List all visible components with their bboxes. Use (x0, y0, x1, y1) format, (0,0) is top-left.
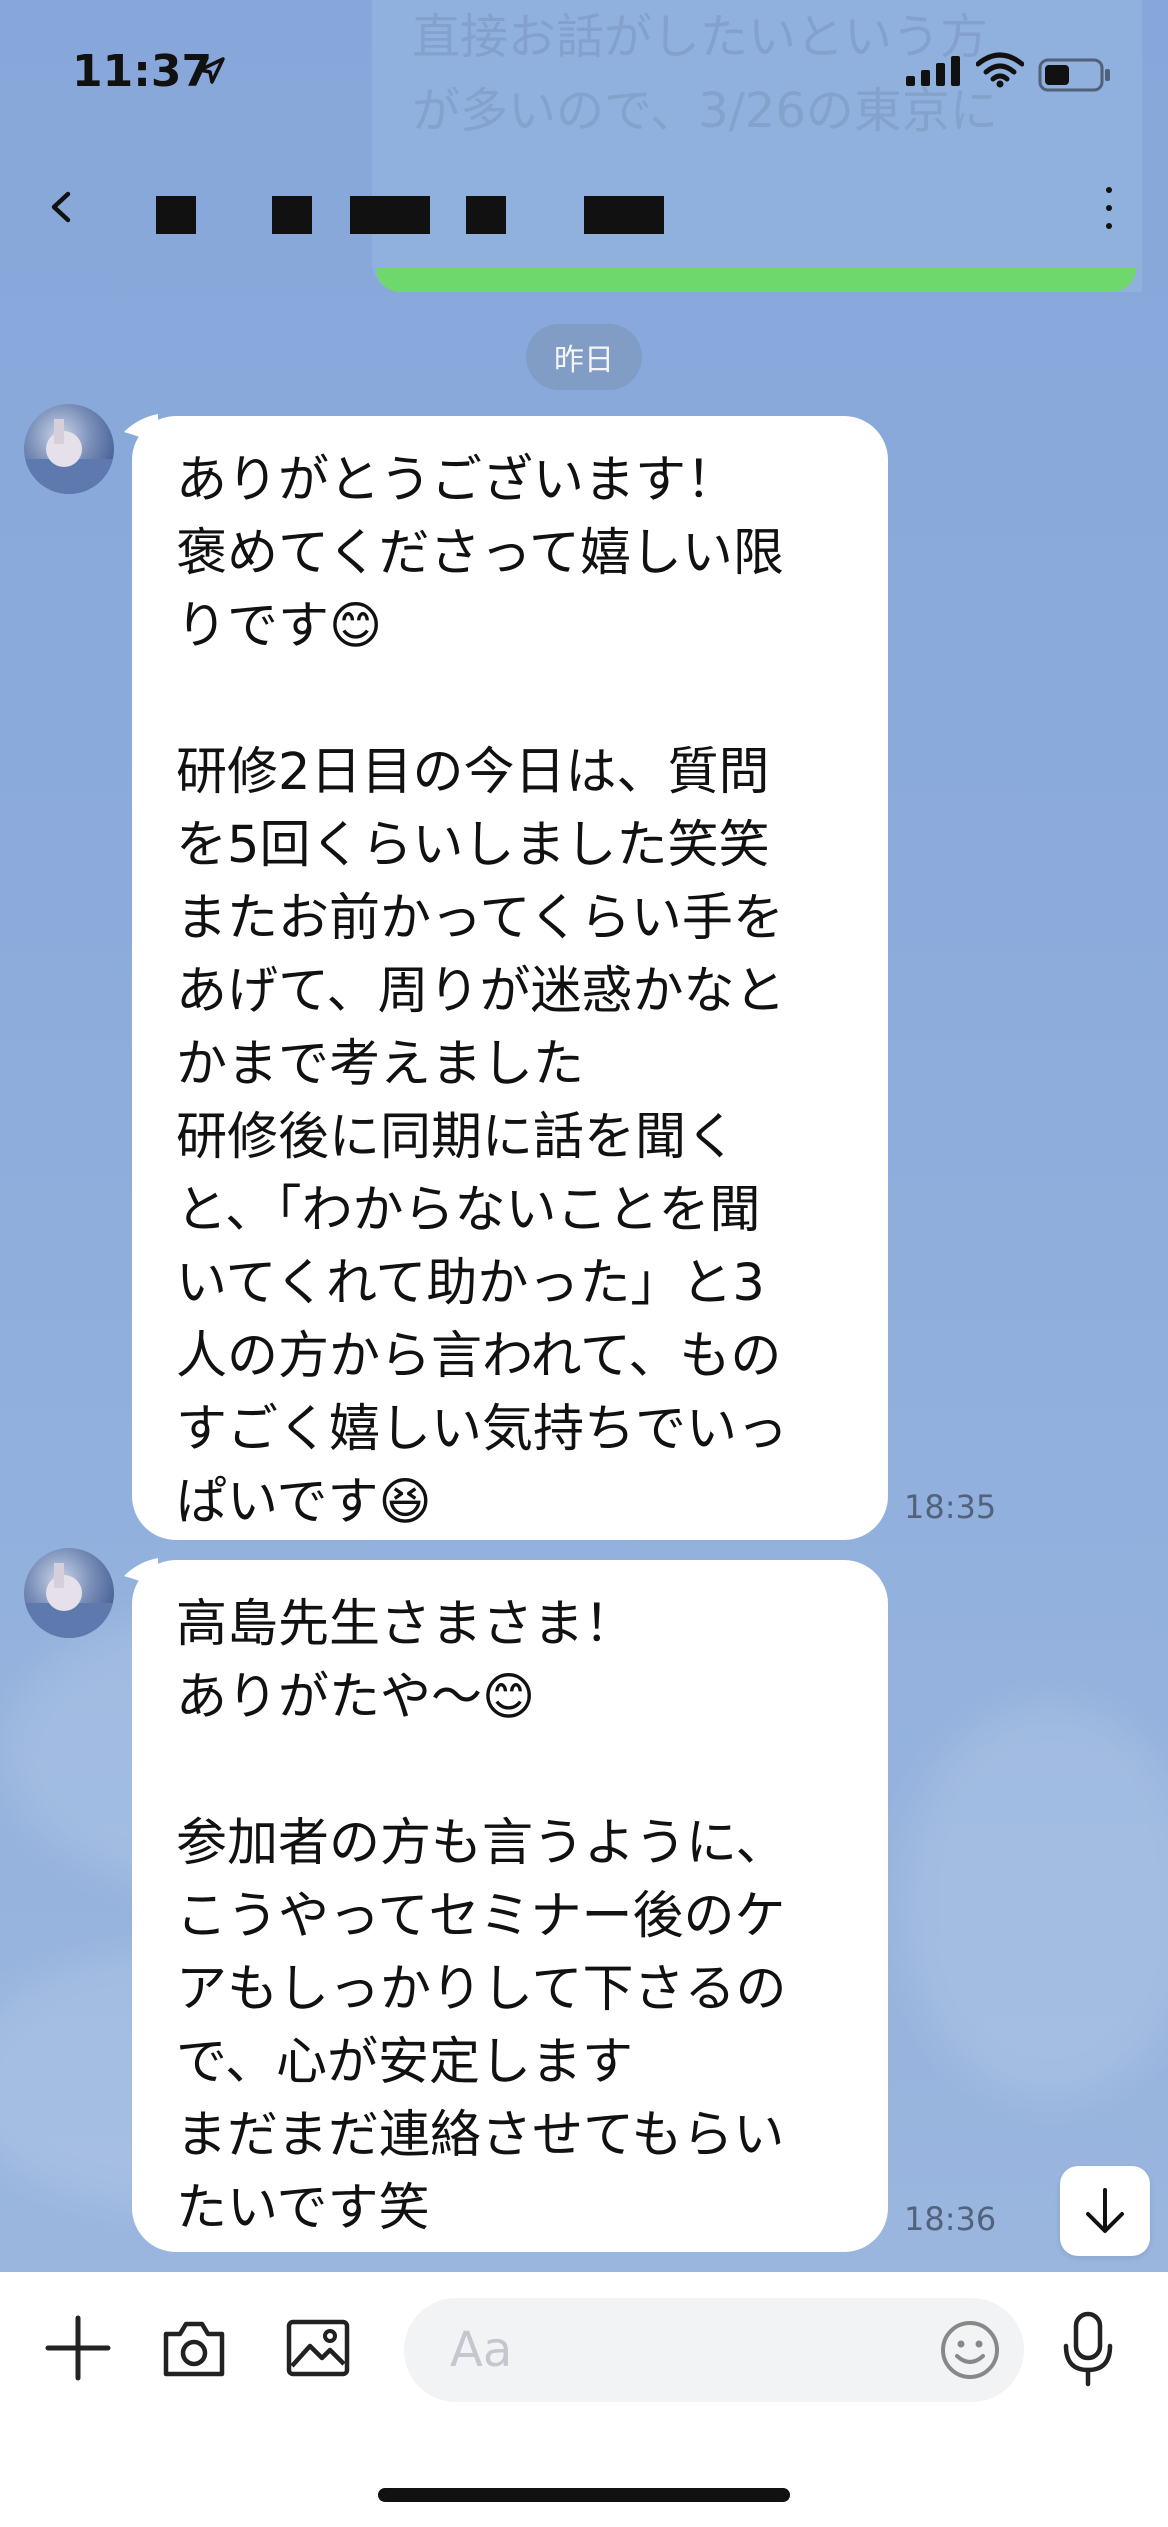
image-gallery-icon[interactable] (284, 2314, 352, 2382)
avatar-image (24, 419, 114, 494)
avatar-image (24, 1563, 114, 1638)
location-arrow-icon (198, 57, 225, 84)
emoji-icon[interactable] (938, 2318, 1002, 2382)
camera-icon[interactable] (160, 2314, 228, 2382)
status-time: 11:37 (72, 46, 213, 97)
arrow-down-icon (1086, 2188, 1124, 2233)
back-chevron-icon[interactable] (38, 182, 88, 232)
home-indicator (378, 2488, 790, 2502)
plus-icon[interactable] (44, 2314, 112, 2382)
date-separator: 昨日 (526, 324, 642, 390)
sender-avatar[interactable] (24, 404, 114, 494)
sender-avatar[interactable] (24, 1548, 114, 1638)
wifi-icon (976, 52, 1024, 88)
signal-icon (906, 56, 960, 86)
scroll-to-bottom-button[interactable] (1060, 2166, 1150, 2256)
microphone-icon[interactable] (1060, 2310, 1116, 2390)
banner-accent (376, 268, 1136, 292)
redaction-block (584, 196, 664, 234)
message-input[interactable]: Aa (404, 2298, 1024, 2402)
more-vertical-icon[interactable] (1094, 180, 1124, 236)
message-timestamp: 18:35 (904, 1488, 997, 1526)
redaction-block (466, 196, 506, 234)
battery-icon (1038, 58, 1110, 92)
message-bubble[interactable]: ありがとうございます！ 褒めてくださって嬉しい限 りです😊 研修2日目の今日は、… (132, 416, 888, 1540)
message-bubble[interactable]: 高島先生さまさま！ ありがたや〜😊 参加者の方も言うように、 こうやってセミナー… (132, 1560, 888, 2252)
message-timestamp: 18:36 (904, 2200, 997, 2238)
redaction-block (156, 196, 196, 234)
redaction-block (272, 196, 312, 234)
status-bar: 11:37 (0, 0, 1168, 150)
redaction-block (350, 196, 430, 234)
